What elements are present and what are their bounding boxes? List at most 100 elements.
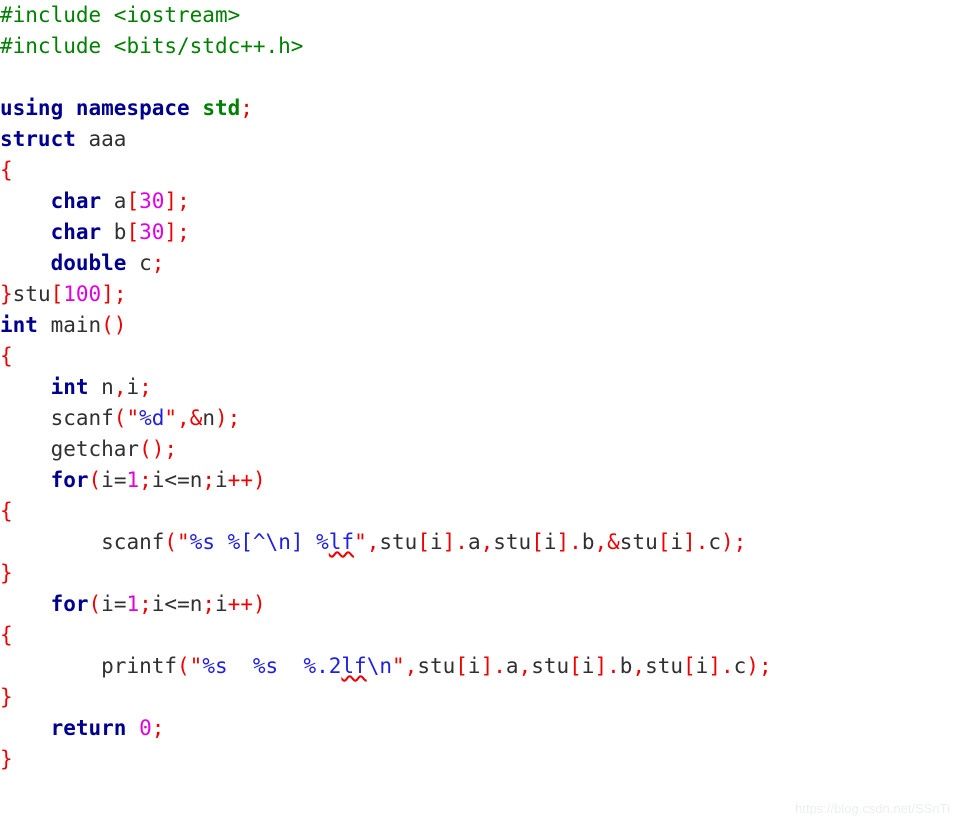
semicolon: ;	[164, 437, 178, 461]
array-size: 30	[139, 189, 165, 213]
open-paren: (	[88, 468, 102, 492]
member-b: b	[619, 654, 633, 678]
quote-close: "	[354, 530, 367, 554]
close-bracket: ]	[594, 654, 608, 678]
open-paren: (	[164, 530, 178, 554]
format-specifier-lf-misspelled: lf	[341, 654, 367, 678]
open-bracket: [	[126, 220, 140, 244]
loop-init: i=	[101, 592, 127, 616]
comma: ,	[113, 375, 127, 399]
address-of-operator: &	[189, 406, 203, 430]
array-stu: stu	[379, 530, 418, 554]
comma: ,	[632, 654, 646, 678]
code-line-9: double c;	[0, 248, 968, 279]
code-line-13: int n,i;	[0, 372, 968, 403]
code-line-19: }	[0, 558, 968, 589]
open-paren: (	[177, 654, 190, 678]
preprocessor-include: #include	[0, 3, 102, 27]
semicolon: ;	[202, 468, 216, 492]
format-specifier: %d	[139, 406, 165, 430]
code-line-6: {	[0, 155, 968, 186]
function-printf: printf	[101, 654, 178, 678]
loop-condition: i<=n	[151, 592, 203, 616]
quote-open: "	[177, 530, 190, 554]
open-brace: {	[0, 344, 13, 368]
code-line-23: }	[0, 682, 968, 713]
open-bracket: [	[417, 530, 430, 554]
index-i: i	[467, 654, 481, 678]
function-scanf: scanf	[101, 530, 165, 554]
member-c: c	[708, 530, 721, 554]
member-dot: .	[720, 654, 734, 678]
variable-n: n	[88, 375, 114, 399]
variable-stu: stu	[12, 282, 51, 306]
keyword-double: double	[50, 251, 127, 275]
member-c: c	[126, 251, 152, 275]
function-getchar: getchar	[50, 437, 140, 461]
close-paren: )	[252, 592, 266, 616]
loop-init: i=	[101, 468, 127, 492]
comma: ,	[518, 654, 532, 678]
open-brace: {	[0, 158, 13, 182]
code-line-20: for(i=1;i<=n;i++)	[0, 589, 968, 620]
increment-operator: ++	[227, 592, 253, 616]
open-bracket: [	[455, 654, 468, 678]
code-line-21: {	[0, 620, 968, 651]
keyword-return: return	[50, 716, 127, 740]
code-line-22: printf("%s %s %.2lf\n",stu[i].a,stu[i].b…	[0, 651, 968, 682]
code-line-12: {	[0, 341, 968, 372]
semicolon: ;	[151, 251, 165, 275]
close-brace: }	[0, 685, 13, 709]
array-stu: stu	[619, 530, 658, 554]
semicolon: ;	[202, 592, 216, 616]
open-bracket: [	[657, 530, 671, 554]
code-line-15: getchar();	[0, 434, 968, 465]
loop-init-value: 1	[126, 592, 140, 616]
open-paren: (	[88, 592, 102, 616]
close-bracket: ]	[556, 530, 570, 554]
code-line-14: scanf("%d",&n);	[0, 403, 968, 434]
open-brace: {	[0, 499, 13, 523]
code-line-4: using namespace std;	[0, 93, 968, 124]
code-line-2: #include <bits/stdc++.h>	[0, 31, 968, 62]
code-line-7: char a[30];	[0, 186, 968, 217]
function-scanf: scanf	[50, 406, 114, 430]
loop-condition: i<=n	[151, 468, 203, 492]
struct-name: aaa	[75, 127, 127, 151]
array-stu: stu	[417, 654, 456, 678]
argument-n: n	[202, 406, 215, 430]
loop-var: i	[215, 592, 228, 616]
close-bracket: ]	[708, 654, 721, 678]
index-i: i	[429, 530, 443, 554]
code-line-17: {	[0, 496, 968, 527]
comma: ,	[404, 654, 418, 678]
member-dot: .	[569, 530, 582, 554]
member-a: a	[467, 530, 481, 554]
close-brace: }	[0, 561, 13, 585]
semicolon: ;	[151, 716, 165, 740]
quote-open: "	[189, 654, 203, 678]
code-line-5: struct aaa	[0, 124, 968, 155]
code-line-11: int main()	[0, 310, 968, 341]
array-stu: stu	[645, 654, 683, 678]
code-line-25: }	[0, 744, 968, 775]
format-string: %s %[^\n] %	[189, 530, 329, 554]
variable-i: i	[126, 375, 140, 399]
include-header: <iostream>	[101, 3, 241, 27]
quote-comma: ",	[164, 406, 190, 430]
member-a: a	[505, 654, 519, 678]
array-size: 100	[63, 282, 102, 306]
member-b: b	[101, 220, 127, 244]
return-value: 0	[139, 716, 152, 740]
member-dot: .	[607, 654, 620, 678]
keyword-struct: struct	[0, 127, 76, 151]
comma: ,	[366, 530, 380, 554]
